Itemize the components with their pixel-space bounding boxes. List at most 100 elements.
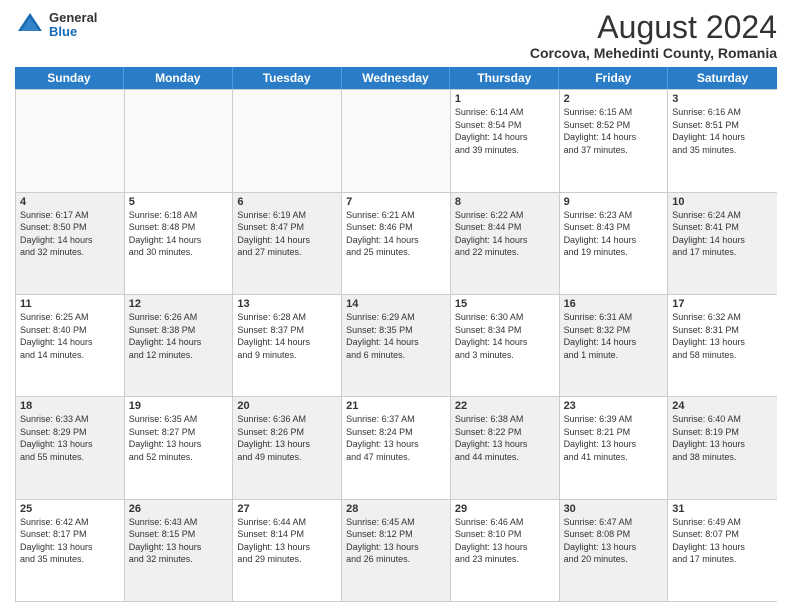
day-number: 27 [237, 503, 337, 515]
calendar-cell-29: 29Sunrise: 6:46 AMSunset: 8:10 PMDayligh… [451, 500, 560, 601]
title-section: August 2024 Corcova, Mehedinti County, R… [530, 10, 777, 61]
day-number: 11 [20, 298, 120, 310]
cell-info: Sunrise: 6:39 AMSunset: 8:21 PMDaylight:… [564, 413, 664, 463]
calendar: SundayMondayTuesdayWednesdayThursdayFrid… [15, 67, 777, 602]
day-number: 8 [455, 196, 555, 208]
calendar-cell-24: 24Sunrise: 6:40 AMSunset: 8:19 PMDayligh… [668, 397, 777, 498]
logo-text: General Blue [49, 11, 97, 40]
calendar-cell-4: 4Sunrise: 6:17 AMSunset: 8:50 PMDaylight… [16, 193, 125, 294]
calendar-cell-empty-0-1 [125, 90, 234, 191]
header-day-wednesday: Wednesday [342, 67, 451, 89]
cell-info: Sunrise: 6:21 AMSunset: 8:46 PMDaylight:… [346, 209, 446, 259]
cell-info: Sunrise: 6:46 AMSunset: 8:10 PMDaylight:… [455, 516, 555, 566]
day-number: 6 [237, 196, 337, 208]
calendar-cell-5: 5Sunrise: 6:18 AMSunset: 8:48 PMDaylight… [125, 193, 234, 294]
cell-info: Sunrise: 6:44 AMSunset: 8:14 PMDaylight:… [237, 516, 337, 566]
calendar-cell-22: 22Sunrise: 6:38 AMSunset: 8:22 PMDayligh… [451, 397, 560, 498]
cell-info: Sunrise: 6:45 AMSunset: 8:12 PMDaylight:… [346, 516, 446, 566]
cell-info: Sunrise: 6:22 AMSunset: 8:44 PMDaylight:… [455, 209, 555, 259]
cell-info: Sunrise: 6:28 AMSunset: 8:37 PMDaylight:… [237, 311, 337, 361]
cell-info: Sunrise: 6:24 AMSunset: 8:41 PMDaylight:… [672, 209, 773, 259]
cell-info: Sunrise: 6:14 AMSunset: 8:54 PMDaylight:… [455, 106, 555, 156]
calendar-row-2: 11Sunrise: 6:25 AMSunset: 8:40 PMDayligh… [16, 294, 777, 396]
logo-general-text: General [49, 11, 97, 25]
calendar-cell-13: 13Sunrise: 6:28 AMSunset: 8:37 PMDayligh… [233, 295, 342, 396]
calendar-cell-31: 31Sunrise: 6:49 AMSunset: 8:07 PMDayligh… [668, 500, 777, 601]
calendar-row-0: 1Sunrise: 6:14 AMSunset: 8:54 PMDaylight… [16, 89, 777, 191]
day-number: 1 [455, 93, 555, 105]
day-number: 30 [564, 503, 664, 515]
day-number: 25 [20, 503, 120, 515]
calendar-cell-1: 1Sunrise: 6:14 AMSunset: 8:54 PMDaylight… [451, 90, 560, 191]
calendar-cell-28: 28Sunrise: 6:45 AMSunset: 8:12 PMDayligh… [342, 500, 451, 601]
calendar-cell-26: 26Sunrise: 6:43 AMSunset: 8:15 PMDayligh… [125, 500, 234, 601]
logo-icon [15, 10, 45, 40]
subtitle: Corcova, Mehedinti County, Romania [530, 45, 777, 61]
cell-info: Sunrise: 6:47 AMSunset: 8:08 PMDaylight:… [564, 516, 664, 566]
day-number: 2 [564, 93, 664, 105]
day-number: 20 [237, 400, 337, 412]
day-number: 4 [20, 196, 120, 208]
day-number: 17 [672, 298, 773, 310]
header-day-sunday: Sunday [15, 67, 124, 89]
calendar-cell-18: 18Sunrise: 6:33 AMSunset: 8:29 PMDayligh… [16, 397, 125, 498]
cell-info: Sunrise: 6:26 AMSunset: 8:38 PMDaylight:… [129, 311, 229, 361]
calendar-cell-15: 15Sunrise: 6:30 AMSunset: 8:34 PMDayligh… [451, 295, 560, 396]
calendar-cell-6: 6Sunrise: 6:19 AMSunset: 8:47 PMDaylight… [233, 193, 342, 294]
day-number: 29 [455, 503, 555, 515]
day-number: 9 [564, 196, 664, 208]
header-day-tuesday: Tuesday [233, 67, 342, 89]
cell-info: Sunrise: 6:40 AMSunset: 8:19 PMDaylight:… [672, 413, 773, 463]
cell-info: Sunrise: 6:49 AMSunset: 8:07 PMDaylight:… [672, 516, 773, 566]
calendar-cell-9: 9Sunrise: 6:23 AMSunset: 8:43 PMDaylight… [560, 193, 669, 294]
calendar-cell-23: 23Sunrise: 6:39 AMSunset: 8:21 PMDayligh… [560, 397, 669, 498]
calendar-body: 1Sunrise: 6:14 AMSunset: 8:54 PMDaylight… [15, 89, 777, 602]
calendar-cell-19: 19Sunrise: 6:35 AMSunset: 8:27 PMDayligh… [125, 397, 234, 498]
calendar-cell-7: 7Sunrise: 6:21 AMSunset: 8:46 PMDaylight… [342, 193, 451, 294]
main-title: August 2024 [530, 10, 777, 45]
day-number: 15 [455, 298, 555, 310]
page-header: General Blue August 2024 Corcova, Mehedi… [15, 10, 777, 61]
cell-info: Sunrise: 6:32 AMSunset: 8:31 PMDaylight:… [672, 311, 773, 361]
calendar-cell-3: 3Sunrise: 6:16 AMSunset: 8:51 PMDaylight… [668, 90, 777, 191]
calendar-cell-27: 27Sunrise: 6:44 AMSunset: 8:14 PMDayligh… [233, 500, 342, 601]
calendar-cell-empty-0-0 [16, 90, 125, 191]
calendar-cell-25: 25Sunrise: 6:42 AMSunset: 8:17 PMDayligh… [16, 500, 125, 601]
calendar-cell-21: 21Sunrise: 6:37 AMSunset: 8:24 PMDayligh… [342, 397, 451, 498]
calendar-row-4: 25Sunrise: 6:42 AMSunset: 8:17 PMDayligh… [16, 499, 777, 601]
header-day-saturday: Saturday [668, 67, 777, 89]
day-number: 24 [672, 400, 773, 412]
calendar-cell-8: 8Sunrise: 6:22 AMSunset: 8:44 PMDaylight… [451, 193, 560, 294]
cell-info: Sunrise: 6:18 AMSunset: 8:48 PMDaylight:… [129, 209, 229, 259]
header-day-thursday: Thursday [450, 67, 559, 89]
logo: General Blue [15, 10, 97, 40]
calendar-header: SundayMondayTuesdayWednesdayThursdayFrid… [15, 67, 777, 89]
cell-info: Sunrise: 6:35 AMSunset: 8:27 PMDaylight:… [129, 413, 229, 463]
day-number: 26 [129, 503, 229, 515]
calendar-cell-17: 17Sunrise: 6:32 AMSunset: 8:31 PMDayligh… [668, 295, 777, 396]
cell-info: Sunrise: 6:33 AMSunset: 8:29 PMDaylight:… [20, 413, 120, 463]
cell-info: Sunrise: 6:38 AMSunset: 8:22 PMDaylight:… [455, 413, 555, 463]
day-number: 5 [129, 196, 229, 208]
header-day-friday: Friday [559, 67, 668, 89]
calendar-cell-12: 12Sunrise: 6:26 AMSunset: 8:38 PMDayligh… [125, 295, 234, 396]
day-number: 14 [346, 298, 446, 310]
cell-info: Sunrise: 6:15 AMSunset: 8:52 PMDaylight:… [564, 106, 664, 156]
day-number: 22 [455, 400, 555, 412]
day-number: 10 [672, 196, 773, 208]
calendar-cell-16: 16Sunrise: 6:31 AMSunset: 8:32 PMDayligh… [560, 295, 669, 396]
calendar-cell-11: 11Sunrise: 6:25 AMSunset: 8:40 PMDayligh… [16, 295, 125, 396]
day-number: 12 [129, 298, 229, 310]
cell-info: Sunrise: 6:29 AMSunset: 8:35 PMDaylight:… [346, 311, 446, 361]
cell-info: Sunrise: 6:16 AMSunset: 8:51 PMDaylight:… [672, 106, 773, 156]
logo-blue-text: Blue [49, 25, 97, 39]
calendar-cell-empty-0-3 [342, 90, 451, 191]
calendar-row-3: 18Sunrise: 6:33 AMSunset: 8:29 PMDayligh… [16, 396, 777, 498]
day-number: 18 [20, 400, 120, 412]
cell-info: Sunrise: 6:23 AMSunset: 8:43 PMDaylight:… [564, 209, 664, 259]
cell-info: Sunrise: 6:19 AMSunset: 8:47 PMDaylight:… [237, 209, 337, 259]
calendar-cell-30: 30Sunrise: 6:47 AMSunset: 8:08 PMDayligh… [560, 500, 669, 601]
day-number: 16 [564, 298, 664, 310]
cell-info: Sunrise: 6:25 AMSunset: 8:40 PMDaylight:… [20, 311, 120, 361]
cell-info: Sunrise: 6:43 AMSunset: 8:15 PMDaylight:… [129, 516, 229, 566]
